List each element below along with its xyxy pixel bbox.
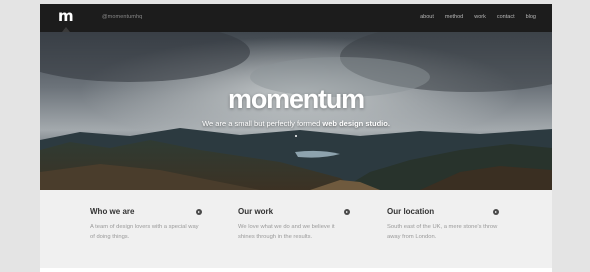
logo[interactable]: m bbox=[58, 9, 74, 24]
feature-title[interactable]: Our work bbox=[238, 207, 350, 216]
top-bar: m @momentumhq about method work contact … bbox=[40, 4, 552, 32]
nav-about[interactable]: about bbox=[420, 14, 434, 20]
feature-title[interactable]: Our location bbox=[387, 207, 499, 216]
feature-who-we-are: Who we are ▸ A team of design lovers wit… bbox=[90, 207, 202, 242]
features-section: Who we are ▸ A team of design lovers wit… bbox=[40, 190, 552, 272]
feature-text: South east of the UK, a mere stone's thr… bbox=[387, 224, 498, 240]
hero-title: momentum bbox=[228, 84, 365, 114]
nav-blog[interactable]: blog bbox=[526, 14, 536, 20]
feature-text: A team of design lovers with a special w… bbox=[90, 224, 199, 240]
arrow-right-icon[interactable]: ▸ bbox=[196, 209, 202, 215]
slider-dot-icon[interactable] bbox=[295, 135, 297, 137]
arrow-right-icon[interactable]: ▸ bbox=[493, 209, 499, 215]
nav-work[interactable]: work bbox=[474, 14, 486, 20]
feature-our-work: Our work ▸ We love what we do and we bel… bbox=[238, 207, 350, 242]
hero-tagline-highlight: web design studio. bbox=[322, 119, 390, 128]
nav-method[interactable]: method bbox=[445, 14, 463, 20]
page-container: m @momentumhq about method work contact … bbox=[40, 4, 552, 272]
nav-contact[interactable]: contact bbox=[497, 14, 515, 20]
twitter-handle[interactable]: @momentumhq bbox=[102, 14, 142, 20]
arrow-right-icon[interactable]: ▸ bbox=[344, 209, 350, 215]
main-nav: about method work contact blog bbox=[420, 14, 536, 20]
page-bottom-edge bbox=[40, 268, 552, 272]
feature-our-location: Our location ▸ South east of the UK, a m… bbox=[387, 207, 499, 242]
feature-title[interactable]: Who we are bbox=[90, 207, 202, 216]
hero-banner: momentum We are a small but perfectly fo… bbox=[40, 32, 552, 190]
hero-tagline: We are a small but perfectly formed web … bbox=[202, 119, 390, 128]
feature-text: We love what we do and we believe it shi… bbox=[238, 224, 335, 240]
